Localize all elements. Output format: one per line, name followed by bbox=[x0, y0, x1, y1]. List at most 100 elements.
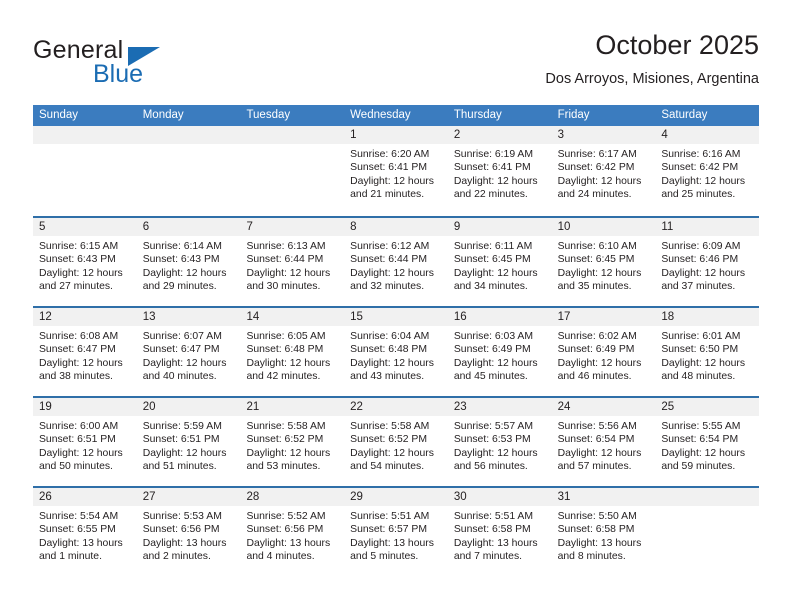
day-details bbox=[33, 144, 137, 148]
day-details: Sunrise: 6:07 AM Sunset: 6:47 PM Dayligh… bbox=[137, 326, 241, 384]
day-cell[interactable]: 11 Sunrise: 6:09 AM Sunset: 6:46 PM Dayl… bbox=[655, 218, 760, 306]
day-cell[interactable]: 30 Sunrise: 5:51 AM Sunset: 6:58 PM Dayl… bbox=[447, 488, 552, 576]
day-cell[interactable]: 13 Sunrise: 6:07 AM Sunset: 6:47 PM Dayl… bbox=[136, 308, 241, 396]
day-number: 11 bbox=[661, 221, 674, 233]
sunrise-text: Sunrise: 5:50 AM bbox=[557, 511, 637, 522]
day-cell[interactable]: 28 Sunrise: 5:52 AM Sunset: 6:56 PM Dayl… bbox=[240, 488, 345, 576]
sunrise-text: Sunrise: 5:58 AM bbox=[350, 421, 430, 432]
day-number: 7 bbox=[246, 221, 253, 233]
day-cell[interactable]: 2 Sunrise: 6:19 AM Sunset: 6:41 PM Dayli… bbox=[447, 126, 552, 216]
daylight-text-line2: and 25 minutes. bbox=[661, 189, 736, 201]
daylight-text-line2: and 59 minutes. bbox=[661, 461, 736, 473]
sunrise-text: Sunrise: 6:12 AM bbox=[350, 241, 430, 252]
day-cell[interactable]: 1 Sunrise: 6:20 AM Sunset: 6:41 PM Dayli… bbox=[344, 126, 448, 216]
sunset-text: Sunset: 6:48 PM bbox=[350, 344, 427, 356]
day-number-band: 30 bbox=[447, 488, 552, 506]
daylight-text-line1: Daylight: 12 hours bbox=[39, 447, 123, 459]
day-cell[interactable]: 8 Sunrise: 6:12 AM Sunset: 6:44 PM Dayli… bbox=[344, 218, 448, 306]
day-details: Sunrise: 5:52 AM Sunset: 6:56 PM Dayligh… bbox=[240, 506, 344, 564]
daylight-text-line1: Daylight: 13 hours bbox=[39, 537, 123, 549]
day-cell[interactable]: 18 Sunrise: 6:01 AM Sunset: 6:50 PM Dayl… bbox=[655, 308, 760, 396]
day-cell[interactable] bbox=[136, 126, 241, 216]
day-cell[interactable]: 24 Sunrise: 5:56 AM Sunset: 6:54 PM Dayl… bbox=[551, 398, 656, 486]
day-number-band: 31 bbox=[551, 488, 656, 506]
day-number-band bbox=[655, 488, 760, 506]
day-cell[interactable]: 27 Sunrise: 5:53 AM Sunset: 6:56 PM Dayl… bbox=[136, 488, 241, 576]
sunrise-text: Sunrise: 5:59 AM bbox=[142, 421, 222, 432]
day-cell[interactable]: 21 Sunrise: 5:58 AM Sunset: 6:52 PM Dayl… bbox=[240, 398, 345, 486]
weekday-header-tuesday: Tuesday bbox=[246, 109, 291, 121]
day-cell[interactable] bbox=[240, 126, 345, 216]
day-cell[interactable]: 23 Sunrise: 5:57 AM Sunset: 6:53 PM Dayl… bbox=[447, 398, 552, 486]
sunset-text: Sunset: 6:54 PM bbox=[557, 434, 635, 446]
daylight-text-line2: and 43 minutes. bbox=[350, 371, 425, 383]
sunset-text: Sunset: 6:42 PM bbox=[661, 162, 739, 174]
brand-logo[interactable]: General Blue bbox=[33, 36, 263, 94]
sunrise-text: Sunrise: 5:51 AM bbox=[350, 511, 430, 522]
day-cell[interactable]: 29 Sunrise: 5:51 AM Sunset: 6:57 PM Dayl… bbox=[344, 488, 448, 576]
daylight-text-line1: Daylight: 12 hours bbox=[246, 357, 331, 369]
day-cell[interactable]: 26 Sunrise: 5:54 AM Sunset: 6:55 PM Dayl… bbox=[33, 488, 137, 576]
day-cell[interactable] bbox=[655, 488, 760, 576]
day-number-band: 21 bbox=[240, 398, 345, 416]
sunrise-text: Sunrise: 6:08 AM bbox=[39, 331, 119, 342]
daylight-text-line2: and 53 minutes. bbox=[246, 461, 321, 473]
day-cell[interactable]: 5 Sunrise: 6:15 AM Sunset: 6:43 PM Dayli… bbox=[33, 218, 137, 306]
daylight-text-line2: and 1 minute. bbox=[39, 551, 102, 563]
daylight-text-line1: Daylight: 13 hours bbox=[350, 537, 434, 549]
daylight-text-line1: Daylight: 12 hours bbox=[453, 267, 538, 279]
day-cell[interactable]: 9 Sunrise: 6:11 AM Sunset: 6:45 PM Dayli… bbox=[447, 218, 552, 306]
day-cell[interactable]: 15 Sunrise: 6:04 AM Sunset: 6:48 PM Dayl… bbox=[344, 308, 448, 396]
day-cell[interactable]: 20 Sunrise: 5:59 AM Sunset: 6:51 PM Dayl… bbox=[136, 398, 241, 486]
sunset-text: Sunset: 6:53 PM bbox=[453, 434, 531, 446]
daylight-text-line2: and 34 minutes. bbox=[453, 281, 528, 293]
day-cell[interactable]: 6 Sunrise: 6:14 AM Sunset: 6:43 PM Dayli… bbox=[136, 218, 241, 306]
day-cell[interactable]: 10 Sunrise: 6:10 AM Sunset: 6:45 PM Dayl… bbox=[551, 218, 656, 306]
day-details: Sunrise: 5:58 AM Sunset: 6:52 PM Dayligh… bbox=[240, 416, 344, 474]
day-cell[interactable]: 12 Sunrise: 6:08 AM Sunset: 6:47 PM Dayl… bbox=[33, 308, 137, 396]
day-number-band: 12 bbox=[33, 308, 137, 326]
day-number: 19 bbox=[39, 401, 52, 413]
daylight-text-line2: and 24 minutes. bbox=[557, 189, 632, 201]
day-cell[interactable]: 3 Sunrise: 6:17 AM Sunset: 6:42 PM Dayli… bbox=[551, 126, 656, 216]
daylight-text-line1: Daylight: 13 hours bbox=[142, 537, 227, 549]
day-number: 6 bbox=[142, 221, 150, 233]
sunset-text: Sunset: 6:48 PM bbox=[246, 344, 324, 356]
daylight-text-line1: Daylight: 12 hours bbox=[142, 357, 227, 369]
sunset-text: Sunset: 6:49 PM bbox=[557, 344, 635, 356]
day-number-band: 9 bbox=[447, 218, 552, 236]
day-number: 3 bbox=[557, 129, 564, 141]
day-cell[interactable]: 4 Sunrise: 6:16 AM Sunset: 6:42 PM Dayli… bbox=[655, 126, 760, 216]
day-cell[interactable]: 7 Sunrise: 6:13 AM Sunset: 6:44 PM Dayli… bbox=[240, 218, 345, 306]
day-details: Sunrise: 5:51 AM Sunset: 6:58 PM Dayligh… bbox=[448, 506, 552, 564]
daylight-text-line1: Daylight: 12 hours bbox=[557, 447, 642, 459]
daylight-text-line1: Daylight: 12 hours bbox=[453, 175, 538, 187]
weekday-header-wednesday: Wednesday bbox=[350, 109, 411, 121]
sunset-text: Sunset: 6:56 PM bbox=[142, 524, 220, 536]
sunrise-text: Sunrise: 6:09 AM bbox=[661, 241, 741, 252]
day-cell[interactable]: 17 Sunrise: 6:02 AM Sunset: 6:49 PM Dayl… bbox=[551, 308, 656, 396]
day-number-band: 2 bbox=[447, 126, 552, 144]
day-cell[interactable]: 22 Sunrise: 5:58 AM Sunset: 6:52 PM Dayl… bbox=[344, 398, 448, 486]
day-number-band: 20 bbox=[136, 398, 241, 416]
day-details: Sunrise: 6:19 AM Sunset: 6:41 PM Dayligh… bbox=[448, 144, 552, 202]
daylight-text-line2: and 45 minutes. bbox=[453, 371, 528, 383]
sunset-text: Sunset: 6:42 PM bbox=[557, 162, 635, 174]
day-number-band: 1 bbox=[344, 126, 448, 144]
day-cell[interactable] bbox=[33, 126, 137, 216]
sunrise-text: Sunrise: 6:16 AM bbox=[661, 149, 741, 160]
daylight-text-line1: Daylight: 12 hours bbox=[39, 357, 123, 369]
sunrise-text: Sunrise: 6:07 AM bbox=[142, 331, 222, 342]
day-cell[interactable]: 25 Sunrise: 5:55 AM Sunset: 6:54 PM Dayl… bbox=[655, 398, 760, 486]
day-cell[interactable]: 16 Sunrise: 6:03 AM Sunset: 6:49 PM Dayl… bbox=[447, 308, 552, 396]
day-cell[interactable]: 31 Sunrise: 5:50 AM Sunset: 6:58 PM Dayl… bbox=[551, 488, 656, 576]
weekday-header-thursday: Thursday bbox=[453, 109, 502, 121]
daylight-text-line2: and 2 minutes. bbox=[142, 551, 211, 563]
day-number: 27 bbox=[142, 491, 156, 503]
day-cell[interactable]: 19 Sunrise: 6:00 AM Sunset: 6:51 PM Dayl… bbox=[33, 398, 137, 486]
day-cell[interactable]: 14 Sunrise: 6:05 AM Sunset: 6:48 PM Dayl… bbox=[240, 308, 345, 396]
day-details: Sunrise: 5:51 AM Sunset: 6:57 PM Dayligh… bbox=[344, 506, 448, 564]
page-header: General Blue October 2025 Dos Arroyos, M… bbox=[33, 28, 759, 98]
day-number-band: 24 bbox=[551, 398, 656, 416]
sunrise-text: Sunrise: 5:57 AM bbox=[453, 421, 534, 432]
